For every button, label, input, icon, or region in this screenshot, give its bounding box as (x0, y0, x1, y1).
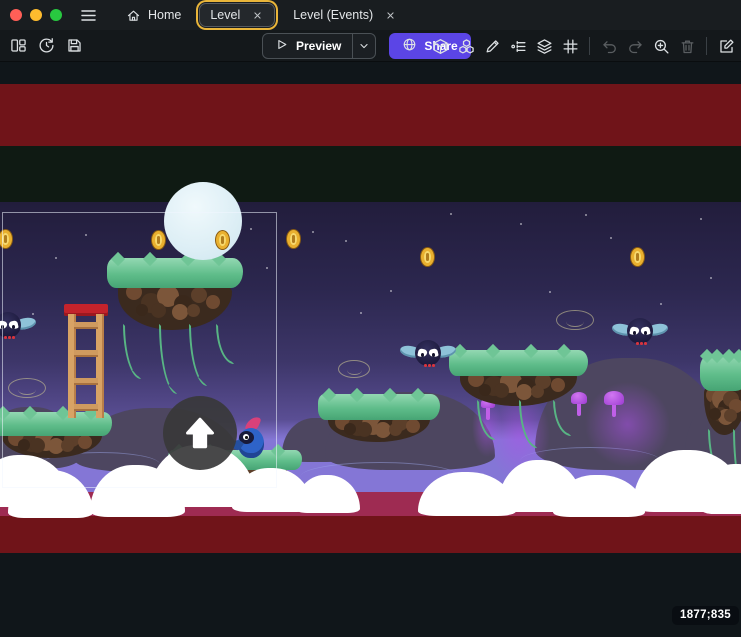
rock (531, 385, 544, 398)
zoom-in-icon[interactable] (649, 34, 673, 58)
play-icon (274, 37, 289, 55)
level-background-red-band-top (0, 84, 741, 146)
coin[interactable] (286, 229, 301, 249)
rock (516, 384, 532, 400)
preview-button[interactable]: Preview (262, 33, 376, 59)
bat-mouth (636, 342, 639, 345)
star (450, 213, 452, 215)
star (549, 291, 551, 293)
tab-bar: Home Level Level (Events) (116, 0, 407, 30)
mushroom[interactable] (604, 391, 624, 405)
instance-list-icon[interactable] (506, 34, 530, 58)
jump-button[interactable] (163, 396, 237, 470)
tab-label: Level (210, 8, 240, 22)
star (585, 214, 587, 216)
rock (357, 422, 372, 437)
preview-options-dropdown[interactable] (352, 34, 375, 58)
bat-mouth (428, 364, 431, 367)
mushroom-stem (612, 403, 616, 417)
ufo-cloud-decal (338, 360, 370, 378)
redo-icon (623, 34, 647, 58)
rock (389, 423, 402, 436)
globe-icon (402, 37, 417, 55)
panels-icon[interactable] (6, 34, 30, 58)
scene-editor-canvas[interactable]: 1877;835 (0, 62, 741, 637)
purple-glow (585, 382, 670, 467)
rock (494, 383, 509, 398)
star (360, 312, 362, 314)
cube-icon[interactable] (428, 34, 452, 58)
bat-part (432, 353, 435, 357)
toolbar-divider (589, 37, 590, 55)
star (345, 240, 347, 242)
preview-button-label: Preview (296, 39, 341, 53)
coin-slot (636, 253, 639, 261)
history-icon[interactable] (34, 34, 58, 58)
tab-label: Level (Events) (293, 8, 373, 22)
platform[interactable] (700, 355, 741, 463)
vine (553, 400, 571, 436)
star (312, 231, 314, 233)
coin[interactable] (630, 247, 645, 267)
zoom-button[interactable] (50, 9, 62, 21)
undo-icon (597, 34, 621, 58)
bat-enemy[interactable] (400, 338, 456, 372)
star (520, 223, 522, 225)
toolbar-divider (706, 37, 707, 55)
home-icon (126, 8, 141, 23)
coin[interactable] (420, 247, 435, 267)
tab-level-events-[interactable]: Level (Events) (283, 4, 407, 26)
edit-note-icon[interactable] (714, 34, 738, 58)
bat-mouth (432, 364, 435, 367)
coin-slot (426, 253, 429, 261)
level-background-dark-band (0, 146, 741, 202)
pencil-icon[interactable] (480, 34, 504, 58)
rock (724, 409, 737, 422)
coin-slot (292, 235, 295, 243)
trash-icon (675, 34, 699, 58)
bat-mouth (424, 364, 427, 367)
bat-part (421, 353, 424, 357)
up-arrow-icon (188, 419, 213, 446)
close-icon[interactable] (384, 9, 397, 22)
cubes-icon[interactable] (454, 34, 478, 58)
hamburger-menu-icon[interactable] (76, 3, 100, 27)
bat-part (644, 331, 647, 335)
traffic-lights (10, 9, 62, 21)
window-titlebar: Home Level Level (Events) (0, 0, 741, 30)
rock (551, 378, 565, 392)
platform[interactable] (318, 394, 440, 470)
minimize-button[interactable] (30, 9, 42, 21)
grid-icon[interactable] (558, 34, 582, 58)
star (660, 303, 662, 305)
star (390, 290, 392, 292)
close-button[interactable] (10, 9, 22, 21)
star (610, 237, 612, 239)
save-icon[interactable] (62, 34, 86, 58)
main-toolbar: Preview Share (0, 30, 741, 62)
rock (406, 419, 420, 433)
bat-part (633, 331, 636, 335)
bat-mouth (644, 342, 647, 345)
star (710, 277, 712, 279)
layers-icon[interactable] (532, 34, 556, 58)
ufo-cloud-decal (556, 310, 594, 330)
coordinates-badge: 1877;835 (672, 606, 739, 625)
star (700, 218, 702, 220)
tab-label: Home (148, 8, 181, 22)
tab-home[interactable]: Home (116, 4, 191, 27)
level-background-red-band-bottom (0, 516, 741, 553)
bat-mouth (640, 342, 643, 345)
bat-enemy[interactable] (612, 316, 668, 350)
platform[interactable] (449, 350, 588, 434)
camera-border (2, 212, 277, 488)
close-icon[interactable] (251, 9, 264, 22)
rock (479, 384, 491, 396)
tab-level[interactable]: Level (199, 3, 275, 27)
